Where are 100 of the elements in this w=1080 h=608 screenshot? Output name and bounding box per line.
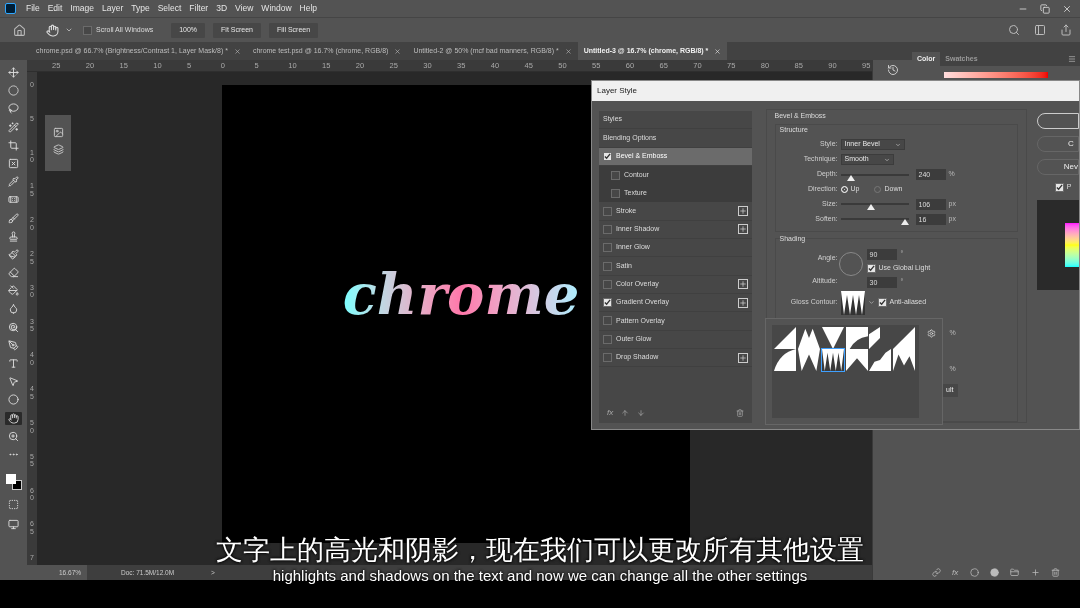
close-icon[interactable] [1062,3,1072,14]
eraser-icon [8,267,19,279]
down-arrow-icon[interactable] [637,409,646,417]
settings-icon[interactable] [927,329,936,338]
trash-icon[interactable] [735,409,744,417]
effect-checkbox[interactable] [603,206,612,216]
tool-button[interactable] [5,102,22,116]
menu-item[interactable]: Window [257,2,296,15]
contour-thumbnail[interactable] [869,349,892,371]
menu-item[interactable]: Select [153,2,186,15]
quick-mask-icon[interactable] [8,499,19,511]
contour-thumbnail[interactable] [774,327,796,349]
effect-checkbox[interactable] [611,170,620,180]
menu-item[interactable]: Image [66,2,98,15]
contour-thumbnail[interactable] [840,290,865,315]
workspace-icon[interactable] [1034,24,1046,36]
adjustment-icon[interactable] [990,568,1000,577]
contour-thumbnail[interactable] [893,349,916,371]
tool-button[interactable] [5,175,22,189]
contour-thumbnail[interactable] [774,349,796,371]
new-layer-icon[interactable] [1030,568,1040,577]
tool-button[interactable] [5,211,22,225]
screen-mode-icon[interactable] [8,518,19,530]
effect-checkbox[interactable] [603,261,612,271]
menu-item[interactable]: Type [127,2,154,15]
menu-item[interactable]: Help [295,2,322,15]
slider-thumb[interactable] [901,219,910,225]
close-icon[interactable] [394,47,402,55]
menu-item[interactable]: View [231,2,258,15]
effect-checkbox[interactable] [611,188,620,198]
hand-icon[interactable] [46,23,59,37]
menu-icon[interactable] [1068,55,1076,63]
trash-icon[interactable] [1051,568,1061,577]
lollipop-icon [8,321,19,333]
effect-checkbox[interactable] [603,298,612,308]
scroll-all-checkbox[interactable] [83,25,92,35]
contour-thumbnail[interactable] [893,327,916,349]
add-effect-icon[interactable] [737,206,748,217]
menu-item[interactable]: Edit [43,2,67,15]
move-icon [8,67,19,78]
tool-button[interactable] [5,120,22,134]
circle-icon [8,394,19,406]
tool-button[interactable] [5,138,22,152]
tool-button[interactable] [5,411,22,425]
slider-thumb[interactable] [867,204,876,210]
layers-icon[interactable] [52,144,64,155]
effect-checkbox[interactable] [603,334,612,344]
add-effect-icon[interactable] [737,352,748,363]
close-icon[interactable] [564,47,572,55]
menu-item[interactable]: File [22,2,44,15]
tool-button[interactable] [5,247,22,261]
effect-checkbox[interactable] [603,279,612,289]
history-icon[interactable] [886,64,899,76]
checkbox[interactable] [866,263,876,273]
color-ramp[interactable] [944,72,1048,78]
tool-button[interactable] [5,393,22,407]
effect-checkbox[interactable] [603,151,612,161]
preview-checkbox[interactable] [1054,182,1064,192]
menu-item[interactable]: Layer [98,2,128,15]
mask-icon[interactable] [969,568,979,577]
link-icon[interactable] [931,568,941,577]
up-arrow-icon[interactable] [621,409,630,417]
add-effect-icon[interactable] [737,224,748,235]
fx-icon[interactable]: fx [607,407,614,419]
dialog-title: Layer Style [597,85,638,97]
folder-icon[interactable] [1010,568,1020,577]
caret-icon[interactable] [867,299,875,306]
search-icon[interactable] [1008,24,1020,36]
app-logo [5,3,16,14]
effect-checkbox[interactable] [603,243,612,253]
home-icon[interactable] [13,23,26,37]
paintbrush-icon [8,248,19,260]
effect-checkbox[interactable] [603,224,612,234]
add-effect-icon[interactable] [737,297,748,308]
contour-thumbnail[interactable] [797,349,820,371]
add-effect-icon[interactable] [737,279,748,290]
contour-thumbnail[interactable] [821,349,844,371]
color-swatches-drawing[interactable] [5,474,22,491]
tool-button[interactable] [5,66,22,79]
caret-icon[interactable] [65,26,73,34]
brush-icon [8,212,19,224]
share-icon[interactable] [1060,24,1072,36]
restore-icon[interactable] [1040,3,1050,14]
contour-thumbnail[interactable] [845,327,868,349]
contour-thumbnail[interactable] [797,327,820,349]
menu-item[interactable]: Filter [185,2,213,15]
effect-checkbox[interactable] [603,316,612,326]
checkbox[interactable] [877,298,887,307]
tool-button[interactable] [5,266,22,280]
close-icon[interactable] [714,47,722,55]
pipette-icon [8,176,19,188]
close-icon[interactable] [233,47,241,55]
image-icon[interactable] [52,127,64,138]
tool-button[interactable] [5,284,22,298]
effect-checkbox[interactable] [603,353,612,362]
menu-item[interactable]: 3D [212,2,232,15]
slider-thumb[interactable] [846,174,855,181]
contour-thumbnail[interactable] [845,349,868,371]
contour-thumbnail[interactable] [821,327,844,349]
fx-icon[interactable]: fx [952,566,959,579]
